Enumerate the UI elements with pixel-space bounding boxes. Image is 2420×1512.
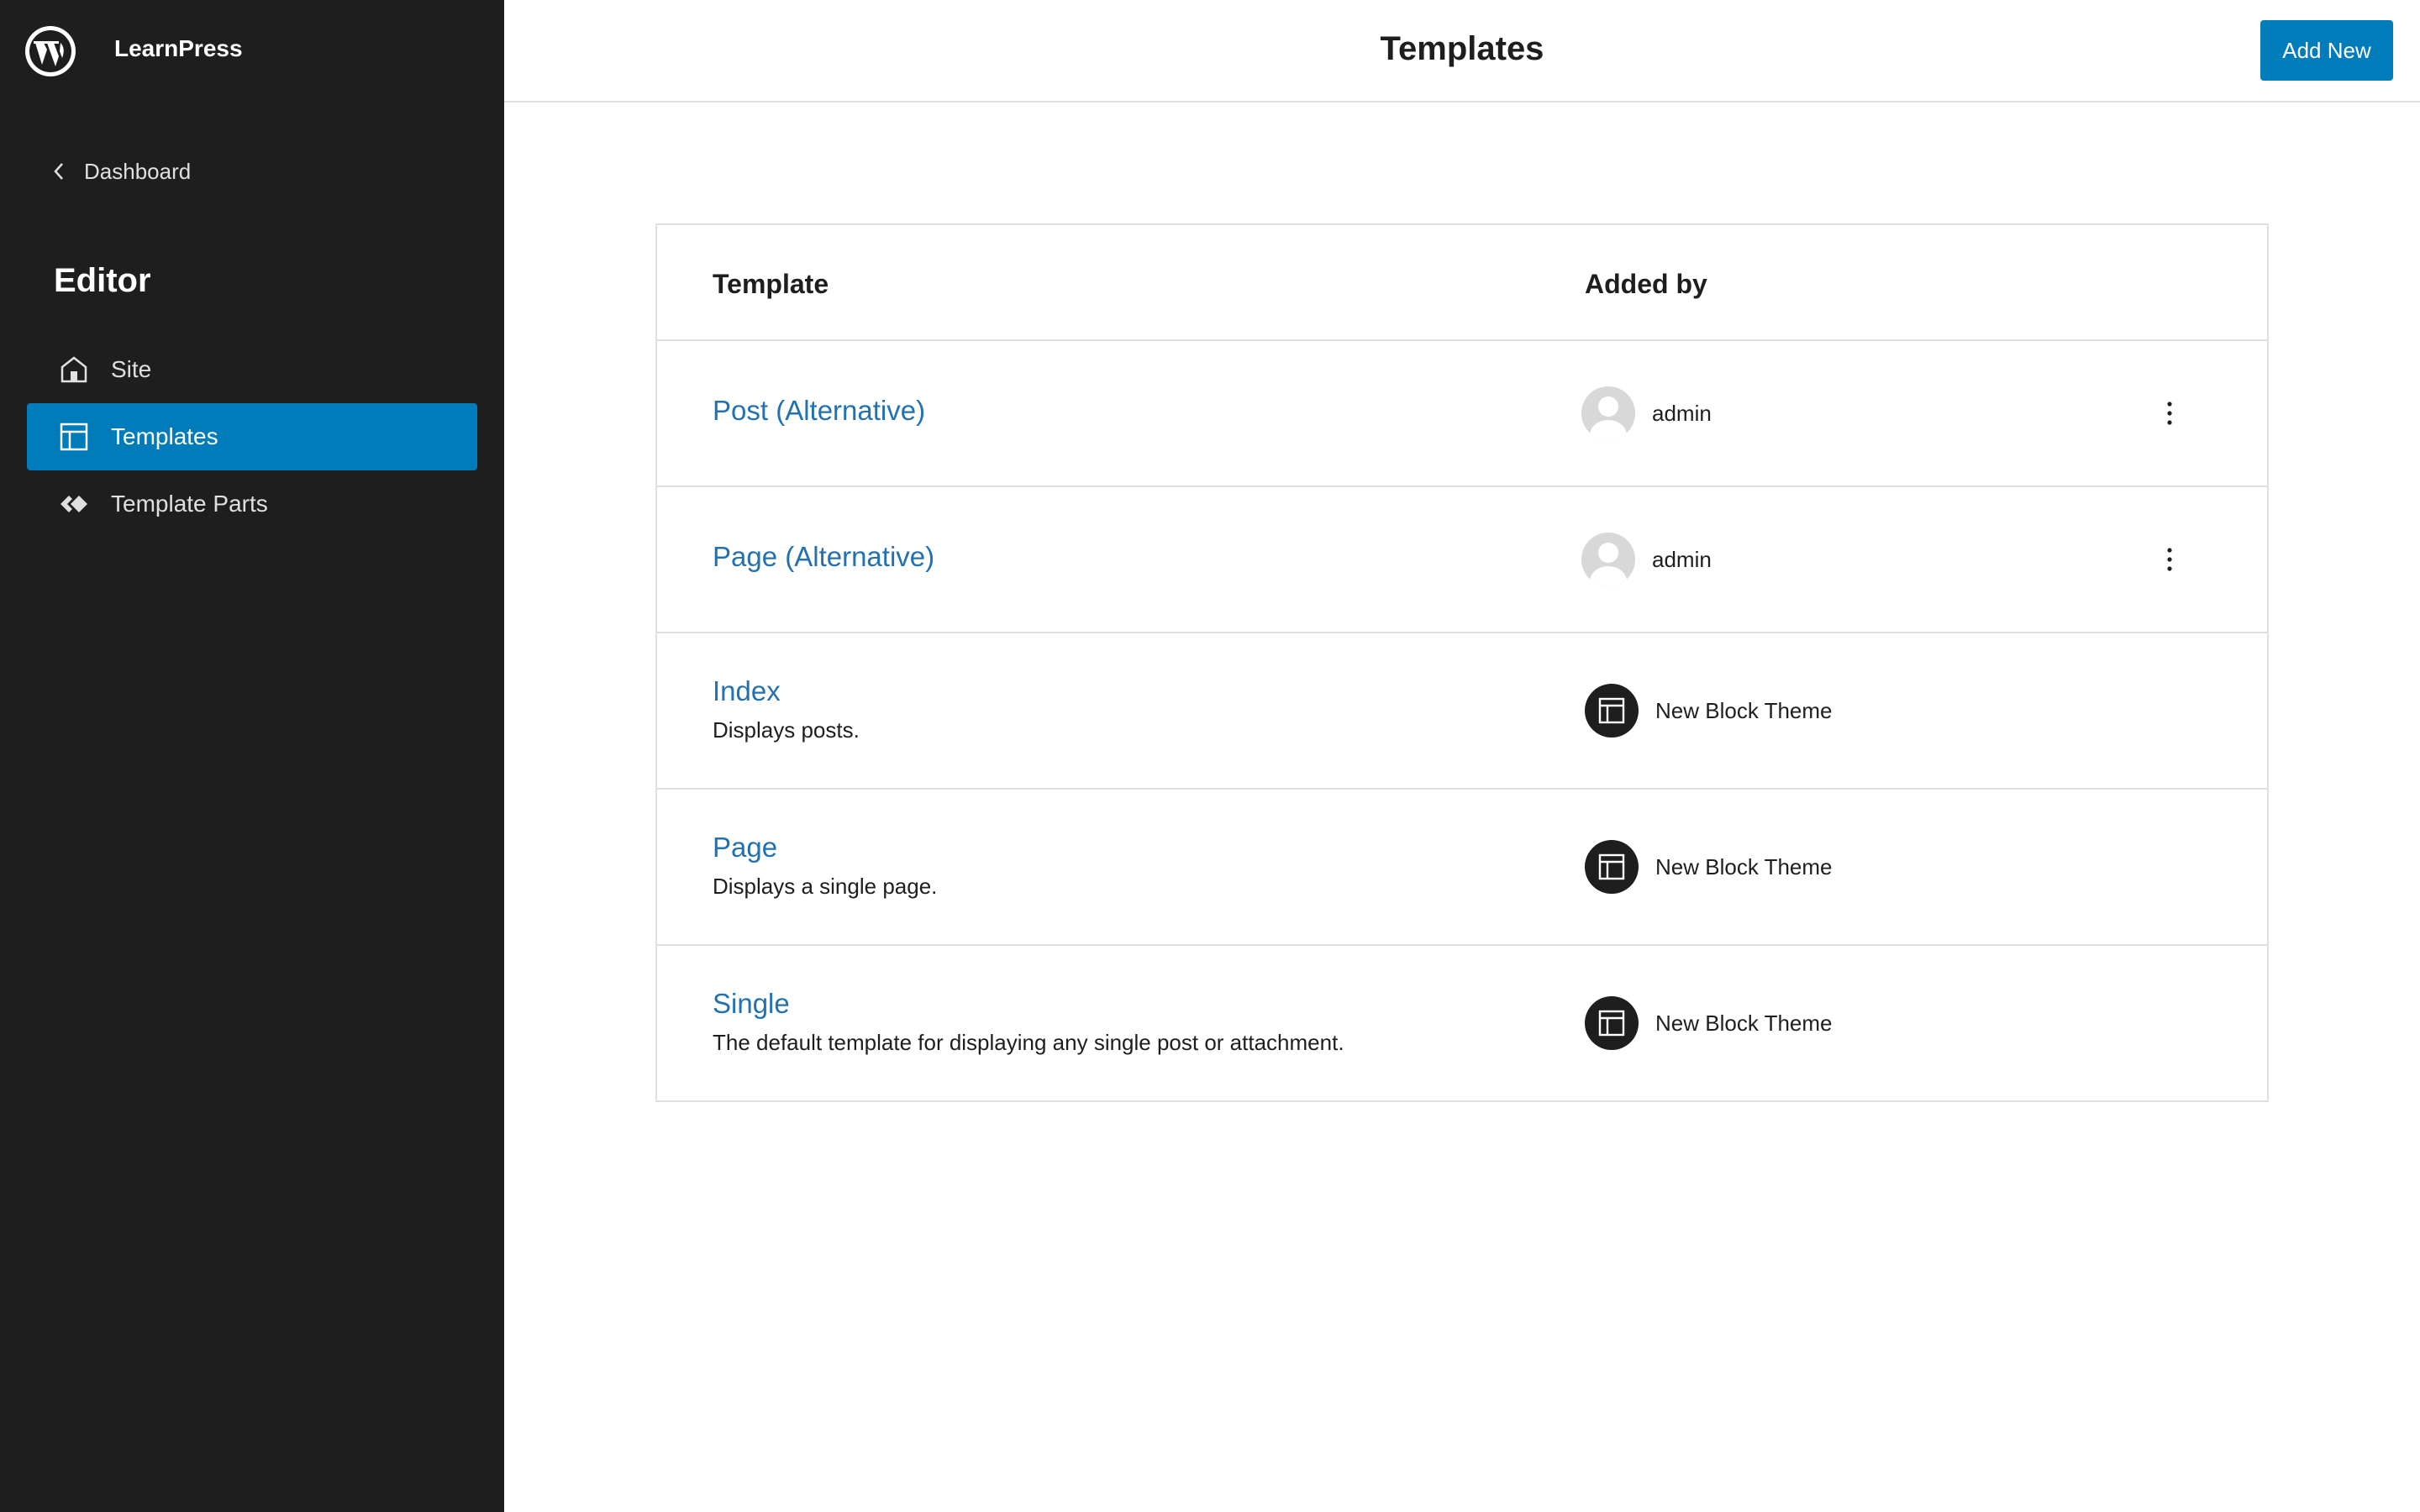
author-cell: admin — [1581, 386, 1712, 440]
avatar — [1581, 386, 1635, 440]
author-cell: New Block Theme — [1585, 684, 1833, 738]
table-row: Single The default template for displayi… — [657, 946, 2267, 1102]
header: Templates Add New — [504, 0, 2420, 102]
template-description: Displays posts. — [713, 717, 860, 743]
column-header-template: Template — [713, 269, 829, 299]
more-actions-button[interactable] — [2153, 396, 2186, 430]
theme-badge — [1585, 684, 1639, 738]
wordpress-logo[interactable] — [24, 24, 77, 79]
dashboard-back-link[interactable]: Dashboard — [49, 155, 191, 188]
nav-item-label: Site — [111, 356, 152, 382]
author-name: admin — [1652, 400, 1712, 426]
author-name: New Block Theme — [1655, 1010, 1833, 1036]
nav-item-templates[interactable]: Templates — [27, 403, 477, 470]
user-avatar-icon — [1581, 533, 1635, 586]
wordpress-icon — [25, 26, 76, 76]
author-name: New Block Theme — [1655, 697, 1833, 723]
template-name-link[interactable]: Page — [713, 832, 777, 864]
nav-item-label: Template Parts — [111, 491, 268, 517]
add-new-button[interactable]: Add New — [2260, 20, 2393, 81]
site-editor: LearnPress Dashboard Editor Site Templat… — [0, 0, 2420, 1512]
table-row: Page Displays a single page. New Block T… — [657, 790, 2267, 946]
layout-icon — [60, 423, 88, 451]
template-name-link[interactable]: Page (Alternative) — [713, 541, 934, 573]
template-name-link[interactable]: Post (Alternative) — [713, 395, 925, 427]
nav-item-template-parts[interactable]: Template Parts — [27, 470, 477, 538]
user-avatar-icon — [1581, 386, 1635, 440]
more-actions-button[interactable] — [2153, 543, 2186, 576]
more-vertical-icon — [2167, 402, 2172, 425]
layout-icon — [1598, 697, 1625, 724]
template-parts-icon — [60, 496, 87, 512]
avatar — [1581, 533, 1635, 586]
table-header: Template Added by — [657, 225, 2267, 341]
template-name-link[interactable]: Index — [713, 675, 781, 707]
theme-badge — [1585, 840, 1639, 894]
author-cell: New Block Theme — [1585, 840, 1833, 894]
layout-icon — [1598, 853, 1625, 880]
site-name: LearnPress — [114, 35, 243, 61]
editor-nav: Site Templates Template Parts — [27, 336, 477, 538]
template-description: The default template for displaying any … — [713, 1030, 1344, 1055]
table-row: Page (Alternative) admin — [657, 487, 2267, 633]
nav-item-site[interactable]: Site — [27, 336, 477, 403]
table-row: Index Displays posts. New Block Theme — [657, 633, 2267, 790]
page-title: Templates — [1380, 30, 1544, 67]
column-header-added-by: Added by — [1585, 269, 1707, 299]
author-name: admin — [1652, 546, 1712, 572]
sidebar: LearnPress Dashboard Editor Site Templat… — [0, 0, 504, 1512]
nav-item-label: Templates — [111, 423, 218, 449]
layout-icon — [1598, 1010, 1625, 1037]
template-name-link[interactable]: Single — [713, 988, 790, 1020]
dashboard-label: Dashboard — [84, 158, 192, 184]
author-name: New Block Theme — [1655, 853, 1833, 879]
template-description: Displays a single page. — [713, 874, 938, 899]
more-vertical-icon — [2167, 548, 2172, 571]
theme-badge — [1585, 996, 1639, 1050]
author-cell: New Block Theme — [1585, 996, 1833, 1050]
templates-table: Template Added by Post (Alternative) adm… — [655, 223, 2269, 1102]
editor-heading: Editor — [54, 262, 151, 299]
author-cell: admin — [1581, 533, 1712, 586]
chevron-left-icon — [54, 163, 63, 180]
home-icon — [60, 356, 87, 383]
table-row: Post (Alternative) admin — [657, 341, 2267, 487]
